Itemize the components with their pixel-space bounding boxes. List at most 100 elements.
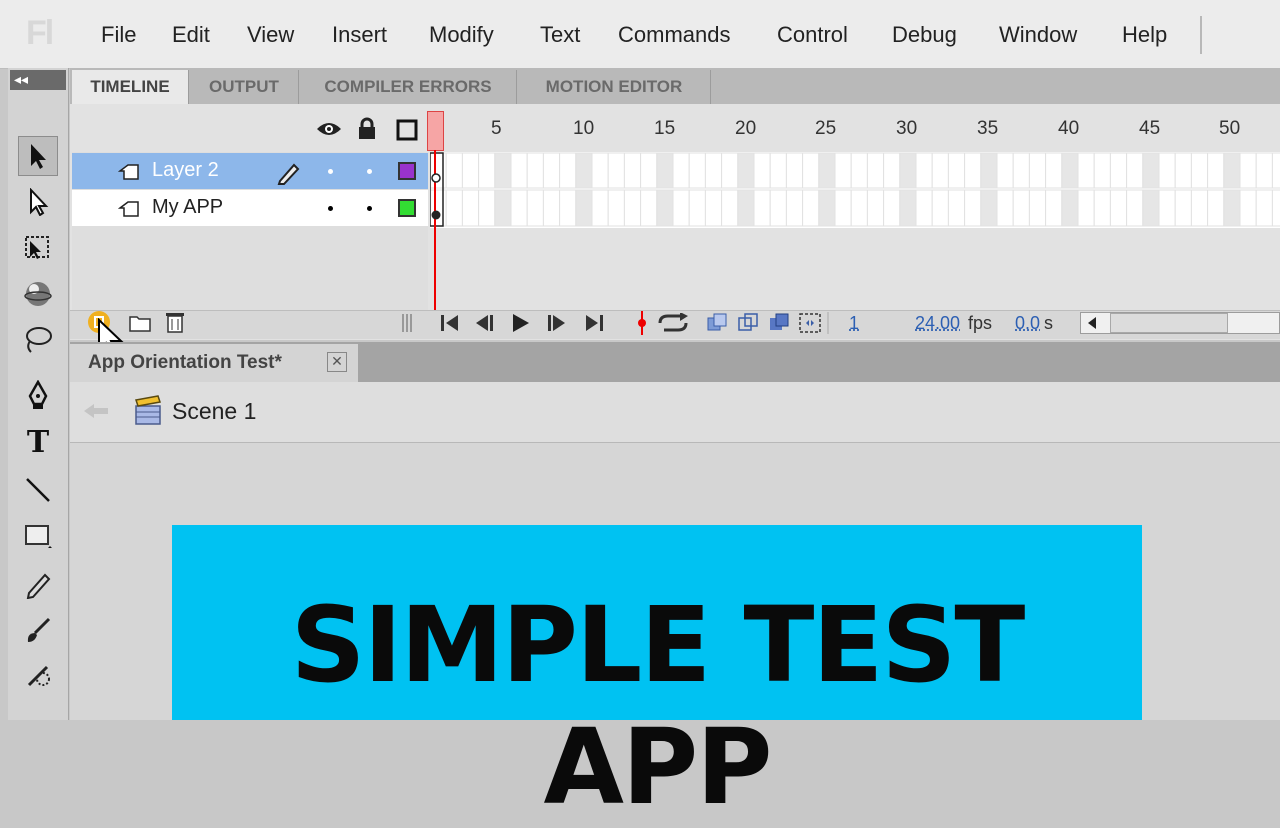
frame-cell[interactable] <box>591 152 609 189</box>
subselection-tool[interactable] <box>18 182 58 222</box>
frame-cell[interactable] <box>656 152 674 189</box>
frame-cell[interactable] <box>1077 152 1095 189</box>
go-to-last-frame-icon[interactable] <box>582 312 606 334</box>
frame-cell[interactable] <box>704 152 723 189</box>
step-forward-icon[interactable] <box>545 312 569 334</box>
frame-cell[interactable] <box>640 152 658 189</box>
frame-cell[interactable] <box>785 152 804 189</box>
lock-dot[interactable] <box>367 206 372 211</box>
new-folder-icon[interactable] <box>128 313 152 333</box>
frame-cell[interactable] <box>1255 152 1273 189</box>
step-back-icon[interactable] <box>472 312 496 334</box>
frame-cell[interactable] <box>1012 189 1030 227</box>
frame-cell[interactable] <box>721 189 739 227</box>
frame-cell[interactable] <box>656 189 674 227</box>
eye-icon[interactable] <box>316 119 342 139</box>
tab-timeline[interactable]: TIMELINE <box>72 70 189 104</box>
frame-cell[interactable] <box>834 152 852 189</box>
rectangle-tool[interactable] <box>18 516 58 556</box>
onion-skin-outlines-icon[interactable] <box>737 312 761 334</box>
frame-cell[interactable] <box>753 189 771 227</box>
frame-cell[interactable] <box>688 189 706 227</box>
frame-cell[interactable] <box>461 189 480 227</box>
deco-tool[interactable] <box>18 656 58 696</box>
outline-icon[interactable] <box>396 119 418 141</box>
frame-cell[interactable] <box>980 189 998 227</box>
empty-keyframe-icon[interactable] <box>430 172 442 184</box>
frame-cell[interactable] <box>1255 189 1273 227</box>
line-tool[interactable] <box>18 470 58 510</box>
menu-modify[interactable]: Modify <box>429 22 494 48</box>
tab-compiler-errors[interactable]: COMPILER ERRORS <box>300 70 517 104</box>
frame-cell[interactable] <box>1093 152 1111 189</box>
pen-tool[interactable] <box>18 376 58 416</box>
frame-cell[interactable] <box>478 152 496 189</box>
visibility-dot[interactable] <box>328 169 333 174</box>
3d-rotation-tool[interactable] <box>18 274 58 314</box>
frame-cell[interactable] <box>1223 152 1241 189</box>
scroll-left-icon[interactable] <box>1086 316 1098 330</box>
frame-cell[interactable] <box>1158 189 1176 227</box>
frame-cell[interactable] <box>883 152 901 189</box>
frame-cell[interactable] <box>510 189 528 227</box>
current-frame-value[interactable]: 1 <box>849 313 859 334</box>
frame-cell[interactable] <box>1223 189 1241 227</box>
frame-cell[interactable] <box>915 152 933 189</box>
close-tab-button[interactable]: ✕ <box>327 352 347 372</box>
frame-cell[interactable] <box>1207 152 1225 189</box>
frame-cell[interactable] <box>1271 152 1280 189</box>
menu-insert[interactable]: Insert <box>332 22 387 48</box>
lock-dot[interactable] <box>367 169 372 174</box>
frame-cell[interactable] <box>850 189 868 227</box>
frame-cell[interactable] <box>688 152 706 189</box>
frame-cell[interactable] <box>559 189 577 227</box>
frame-cell[interactable] <box>1093 189 1111 227</box>
menu-window[interactable]: Window <box>999 22 1077 48</box>
frame-cell[interactable] <box>1045 152 1063 189</box>
trash-icon[interactable] <box>164 310 186 334</box>
frame-cell[interactable] <box>575 189 593 227</box>
onion-skin-icon[interactable] <box>706 312 730 334</box>
frame-cell[interactable] <box>1126 152 1144 189</box>
frame-cell[interactable] <box>1109 152 1128 189</box>
frame-cell[interactable] <box>510 152 528 189</box>
layer-row-my-app[interactable]: My APP <box>72 190 428 226</box>
frame-cell[interactable] <box>1239 152 1257 189</box>
loop-icon[interactable] <box>656 313 690 333</box>
frame-cell[interactable] <box>494 152 512 189</box>
menu-debug[interactable]: Debug <box>892 22 957 48</box>
frame-grid[interactable] <box>430 152 1280 228</box>
frame-cell[interactable] <box>445 189 463 227</box>
frame-cell[interactable] <box>899 152 917 189</box>
frame-cell[interactable] <box>1158 152 1176 189</box>
frame-cell[interactable] <box>1061 189 1079 227</box>
frame-cell[interactable] <box>899 189 917 227</box>
menu-view[interactable]: View <box>247 22 294 48</box>
tab-motion-editor[interactable]: MOTION EDITOR <box>518 70 711 104</box>
frame-cell[interactable] <box>1174 152 1192 189</box>
frame-cell[interactable] <box>672 189 690 227</box>
frame-cell[interactable] <box>850 152 868 189</box>
brush-tool[interactable] <box>18 610 58 650</box>
scene-label[interactable]: Scene 1 <box>172 398 256 425</box>
frame-cell[interactable] <box>1028 152 1047 189</box>
frame-rate-value[interactable]: 24.00 <box>915 313 960 334</box>
elapsed-time-value[interactable]: 0.0 <box>1015 313 1040 334</box>
frame-cell[interactable] <box>947 189 966 227</box>
frame-cell[interactable] <box>1271 189 1280 227</box>
frame-cell[interactable] <box>607 152 625 189</box>
lock-icon[interactable] <box>357 117 377 141</box>
frame-cell[interactable] <box>769 152 787 189</box>
frame-cell[interactable] <box>1142 189 1160 227</box>
frame-cell[interactable] <box>964 152 982 189</box>
frame-cell[interactable] <box>883 189 901 227</box>
frame-cell[interactable] <box>1077 189 1095 227</box>
frame-cell[interactable] <box>640 189 658 227</box>
frame-cell[interactable] <box>964 189 982 227</box>
frame-cell[interactable] <box>947 152 966 189</box>
play-icon[interactable] <box>509 312 533 334</box>
frame-cell[interactable] <box>866 189 885 227</box>
frame-cell[interactable] <box>1109 189 1128 227</box>
lasso-tool[interactable] <box>18 320 58 360</box>
frame-cell[interactable] <box>931 189 949 227</box>
